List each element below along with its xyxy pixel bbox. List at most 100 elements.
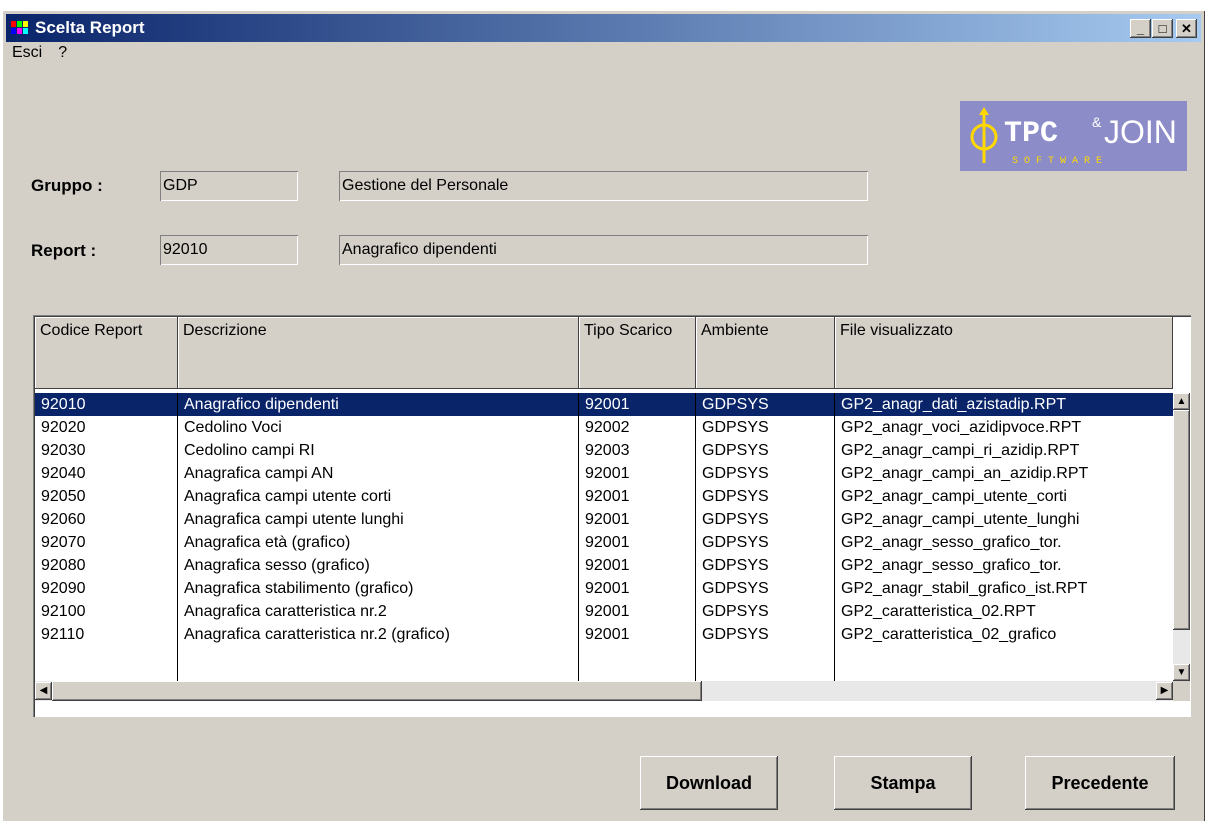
table-row[interactable]: 92110 Anagrafica caratteristica nr.2 (gra… bbox=[35, 623, 1173, 646]
table-cell: 92060 bbox=[41, 511, 86, 528]
table-cell: 92050 bbox=[41, 488, 86, 505]
download-button[interactable]: Download bbox=[640, 756, 778, 810]
table-cell: GP2_anagr_campi_utente_corti bbox=[841, 488, 1067, 505]
svg-text:&: & bbox=[1092, 114, 1102, 130]
table-cell: Anagrafica campi AN bbox=[184, 465, 334, 482]
header-codice-report[interactable]: Codice Report bbox=[35, 317, 178, 389]
maximize-button[interactable]: □ bbox=[1152, 19, 1173, 38]
table-cell: 92001 bbox=[585, 534, 630, 551]
menu-help[interactable]: ? bbox=[58, 44, 67, 61]
table-cell: 92030 bbox=[41, 442, 86, 459]
table-cell: GDPSYS bbox=[702, 396, 769, 413]
window-title: Scelta Report bbox=[35, 18, 145, 37]
stampa-button[interactable]: Stampa bbox=[834, 756, 972, 810]
table-cell: GDPSYS bbox=[702, 442, 769, 459]
table-row[interactable]: 92050 Anagrafica campi utente corti 92001 G… bbox=[35, 485, 1173, 508]
table-cell: GP2_anagr_sesso_grafico_tor. bbox=[841, 557, 1062, 574]
table-cell: GP2_anagr_sesso_grafico_tor. bbox=[841, 534, 1062, 551]
gruppo-code-field: GDP bbox=[160, 171, 298, 201]
table-cell: Anagrafica campi utente lunghi bbox=[184, 511, 404, 528]
gruppo-description-field: Gestione del Personale bbox=[339, 171, 868, 201]
table-cell: GDPSYS bbox=[702, 488, 769, 505]
table-cell: 92003 bbox=[585, 442, 630, 459]
table-row[interactable]: 92020 Cedolino Voci 92002 GDPSYS GP2_anagr_v… bbox=[35, 416, 1173, 439]
table-cell: GDPSYS bbox=[702, 511, 769, 528]
table-cell: GP2_anagr_campi_ri_azidip.RPT bbox=[841, 442, 1080, 459]
table-cell: Anagrafica caratteristica nr.2 bbox=[184, 603, 387, 620]
column-separator bbox=[695, 393, 696, 681]
report-grid[interactable]: Codice Report Descrizione Tipo Scarico A… bbox=[33, 315, 1191, 717]
table-cell: 92070 bbox=[41, 534, 86, 551]
table-cell: 92002 bbox=[585, 419, 630, 436]
table-cell: GP2_caratteristica_02.RPT bbox=[841, 603, 1036, 620]
close-button[interactable]: ✕ bbox=[1176, 19, 1197, 38]
column-separator bbox=[834, 393, 835, 681]
minimize-button[interactable]: _ bbox=[1130, 19, 1151, 38]
table-cell: 92001 bbox=[585, 626, 630, 643]
table-cell: GDPSYS bbox=[702, 580, 769, 597]
table-cell: GP2_anagr_campi_utente_lunghi bbox=[841, 511, 1080, 528]
logo-software-text: S O F T W A R E bbox=[1012, 156, 1102, 167]
precedente-button[interactable]: Precedente bbox=[1025, 756, 1175, 810]
table-row[interactable]: 92100 Anagrafica caratteristica nr.2 92001… bbox=[35, 600, 1173, 623]
table-cell: 92001 bbox=[585, 488, 630, 505]
table-row[interactable]: 92060 Anagrafica campi utente lunghi 92001… bbox=[35, 508, 1173, 531]
table-cell: Anagrafica sesso (grafico) bbox=[184, 557, 370, 574]
gruppo-label: Gruppo : bbox=[31, 176, 103, 195]
table-cell: 92010 bbox=[41, 396, 86, 413]
app-icon bbox=[11, 21, 31, 35]
table-cell: 92080 bbox=[41, 557, 86, 574]
header-file-visualizzato[interactable]: File visualizzato bbox=[835, 317, 1173, 389]
header-ambiente[interactable]: Ambiente bbox=[696, 317, 835, 389]
table-cell: GP2_caratteristica_02_grafico bbox=[841, 626, 1057, 643]
table-cell: GDPSYS bbox=[702, 557, 769, 574]
grid-rows: 92010 Anagrafico dipendenti 92001 GDPSYS GP2… bbox=[35, 393, 1173, 646]
table-cell: Cedolino Voci bbox=[184, 419, 282, 436]
logo-graphic: TPC & JOIN S O F T W A R E bbox=[970, 107, 1177, 167]
menu-esci[interactable]: Esci bbox=[12, 44, 42, 61]
table-cell: 92001 bbox=[585, 580, 630, 597]
table-cell: Anagrafica caratteristica nr.2 (grafico) bbox=[184, 626, 450, 643]
vertical-scroll-thumb[interactable] bbox=[1173, 410, 1190, 630]
table-row[interactable]: 92080 Anagrafica sesso (grafico) 92001 GDPS… bbox=[35, 554, 1173, 577]
table-cell: 92001 bbox=[585, 603, 630, 620]
header-tipo-scarico[interactable]: Tipo Scarico bbox=[579, 317, 696, 389]
table-row[interactable]: 92030 Cedolino campi RI 92003 GDPSYS GP2_ana… bbox=[35, 439, 1173, 462]
table-cell: 92001 bbox=[585, 465, 630, 482]
column-separator bbox=[578, 393, 579, 681]
scroll-down-icon[interactable]: ▼ bbox=[1173, 664, 1190, 681]
logo-join-text: JOIN bbox=[1104, 114, 1177, 150]
table-cell: Cedolino campi RI bbox=[184, 442, 315, 459]
table-cell: Anagrafico dipendenti bbox=[184, 396, 339, 413]
scroll-up-icon[interactable]: ▲ bbox=[1173, 393, 1190, 410]
table-cell: 92001 bbox=[585, 511, 630, 528]
company-logo: TPC & JOIN S O F T W A R E bbox=[960, 101, 1187, 171]
table-row[interactable]: 92090 Anagrafica stabilimento (grafico) 92… bbox=[35, 577, 1173, 600]
table-cell: 92110 bbox=[41, 626, 85, 643]
scrollbar-corner bbox=[1173, 681, 1190, 701]
table-cell: Anagrafica età (grafico) bbox=[184, 534, 351, 551]
menu-bar: Esci? bbox=[6, 44, 77, 66]
header-descrizione[interactable]: Descrizione bbox=[178, 317, 579, 389]
table-cell: GP2_anagr_voci_azidipvoce.RPT bbox=[841, 419, 1082, 436]
table-cell: GDPSYS bbox=[702, 603, 769, 620]
table-cell: GP2_anagr_dati_azistadip.RPT bbox=[841, 396, 1067, 413]
grid-header: Codice Report Descrizione Tipo Scarico A… bbox=[35, 317, 1173, 389]
table-row[interactable]: 92070 Anagrafica età (grafico) 92001 GDPSYS… bbox=[35, 531, 1173, 554]
horizontal-scroll-thumb[interactable] bbox=[52, 681, 702, 701]
table-cell: GP2_anagr_stabil_grafico_ist.RPT bbox=[841, 580, 1088, 597]
report-code-field: 92010 bbox=[160, 235, 298, 265]
scroll-right-icon[interactable]: ▶ bbox=[1156, 682, 1173, 700]
logo-tpc-text: TPC bbox=[1004, 117, 1058, 151]
title-bar[interactable]: Scelta Report _ □ ✕ bbox=[6, 14, 1201, 42]
table-row[interactable]: 92040 Anagrafica campi AN 92001 GDPSYS GP2_a… bbox=[35, 462, 1173, 485]
table-row[interactable]: 92010 Anagrafico dipendenti 92001 GDPSYS GP2… bbox=[35, 393, 1173, 416]
table-cell: 92001 bbox=[585, 396, 630, 413]
table-cell: 92100 bbox=[41, 603, 86, 620]
table-cell: GDPSYS bbox=[702, 534, 769, 551]
vertical-scrollbar[interactable]: ▲ ▼ bbox=[1173, 393, 1190, 681]
horizontal-scrollbar[interactable]: ◀ ▶ bbox=[35, 681, 1173, 701]
table-cell: Anagrafica stabilimento (grafico) bbox=[184, 580, 414, 597]
window: Scelta Report _ □ ✕ Esci? TPC & JOIN S O… bbox=[2, 10, 1205, 821]
scroll-left-icon[interactable]: ◀ bbox=[35, 682, 52, 700]
